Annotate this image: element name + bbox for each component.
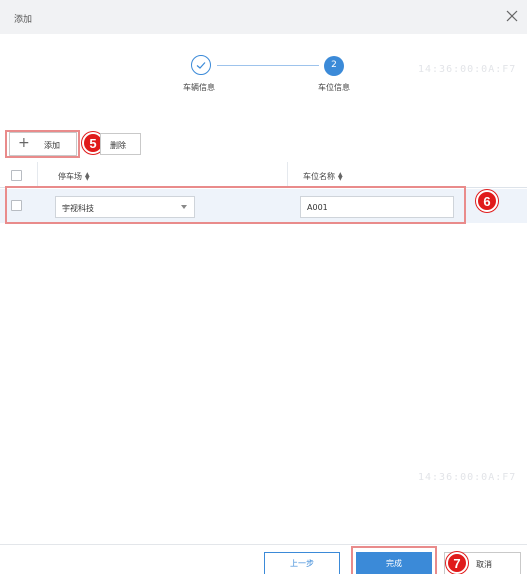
column-header-label: 停车场 — [58, 172, 82, 181]
table-toolbar: + 添加 5 删除 — [0, 130, 527, 160]
sort-icon[interactable]: ▲ ▼ — [85, 171, 90, 181]
previous-step-button[interactable]: 上一步 — [264, 552, 340, 574]
dialog-titlebar: 添加 — [0, 0, 527, 34]
annotation-badge-6: 6 — [476, 190, 498, 212]
add-button[interactable]: + 添加 — [9, 132, 77, 156]
step-2-active: 2 — [324, 56, 344, 76]
dialog-title: 添加 — [14, 15, 33, 25]
column-header-label: 车位名称 — [303, 172, 335, 181]
step-1-label: 车辆信息 — [183, 83, 215, 92]
plus-icon: + — [18, 135, 30, 151]
select-all-checkbox[interactable] — [11, 170, 22, 181]
step-2-label: 车位信息 — [318, 83, 350, 92]
check-icon — [196, 62, 206, 69]
sort-icon[interactable]: ▲ ▼ — [338, 171, 343, 181]
column-header-space-name[interactable]: 车位名称 ▲ ▼ — [303, 171, 343, 182]
column-divider — [37, 162, 38, 188]
column-header-parking-lot[interactable]: 停车场 ▲ ▼ — [58, 171, 90, 182]
close-icon[interactable] — [505, 9, 519, 23]
column-divider — [287, 162, 288, 188]
delete-button[interactable]: 删除 — [100, 133, 141, 155]
step-connector — [217, 65, 319, 66]
add-button-label: 添加 — [44, 141, 60, 150]
annotation-badge-7: 7 — [446, 552, 468, 574]
delete-button-label: 删除 — [110, 141, 126, 150]
annotation-highlight-row — [5, 186, 466, 224]
step-1-completed — [191, 55, 211, 75]
watermark: 14:36:00:0A:F7 — [418, 472, 517, 483]
table-header: 停车场 ▲ ▼ 车位名称 ▲ ▼ — [0, 162, 527, 188]
footer-divider — [0, 544, 527, 545]
watermark: 14:36:00:0A:F7 — [418, 64, 517, 75]
finish-button[interactable]: 完成 — [356, 552, 432, 574]
stepper: 2 车辆信息 车位信息 — [0, 52, 527, 102]
cancel-button-label: 取消 — [476, 560, 492, 569]
